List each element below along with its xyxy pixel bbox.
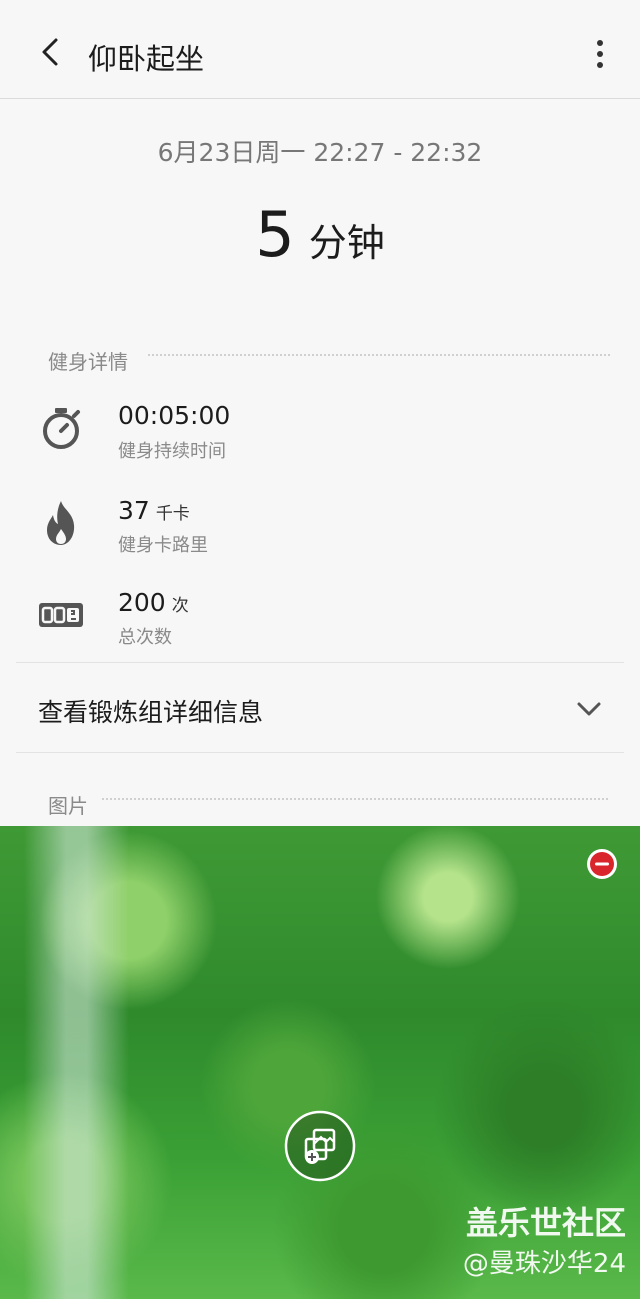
view-sets-detail-button[interactable]: 查看锻炼组详细信息 <box>38 693 263 729</box>
duration-time-number: 00:05:00 <box>118 401 231 430</box>
app-bar: 仰卧起坐 <box>0 0 640 99</box>
duration-time-value: 00:05:00 <box>118 401 230 430</box>
duration-value: 5 <box>255 198 295 271</box>
duration-unit: 分钟 <box>308 221 385 265</box>
section-divider-bottom <box>16 752 624 753</box>
calories-number: 37 <box>118 496 150 525</box>
watermark-user: @曼珠沙华24 <box>462 1249 626 1279</box>
flame-icon <box>38 500 84 546</box>
section-divider <box>16 662 624 663</box>
session-date-range: 6月23日周一 22:27 - 22:32 <box>157 138 483 167</box>
photo-glare <box>24 826 129 1299</box>
calories-label: 健身卡路里 <box>118 535 208 556</box>
calories-unit: 千卡 <box>155 504 190 524</box>
back-arrow-icon[interactable] <box>30 30 70 74</box>
details-divider <box>148 354 610 356</box>
stopwatch-icon <box>38 405 84 451</box>
counter-icon <box>38 592 84 638</box>
reps-unit: 次 <box>171 596 189 616</box>
reps-number: 200 <box>118 588 166 617</box>
session-duration: 5 分钟 <box>0 198 640 271</box>
images-divider <box>102 798 608 800</box>
reps-value: 200 次 <box>118 588 189 617</box>
add-image-icon[interactable] <box>284 1110 356 1182</box>
images-heading: 图片 <box>48 794 88 818</box>
details-heading: 健身详情 <box>48 350 128 374</box>
chevron-down-icon[interactable] <box>574 694 604 724</box>
duration-time-label: 健身持续时间 <box>118 441 226 462</box>
page-title: 仰卧起坐 <box>88 42 205 76</box>
more-vert-icon[interactable] <box>590 34 610 74</box>
remove-circle-icon[interactable] <box>586 848 618 880</box>
calories-value: 37 千卡 <box>118 496 190 525</box>
reps-label: 总次数 <box>118 627 172 648</box>
watermark-community: 盖乐世社区 <box>465 1204 626 1242</box>
